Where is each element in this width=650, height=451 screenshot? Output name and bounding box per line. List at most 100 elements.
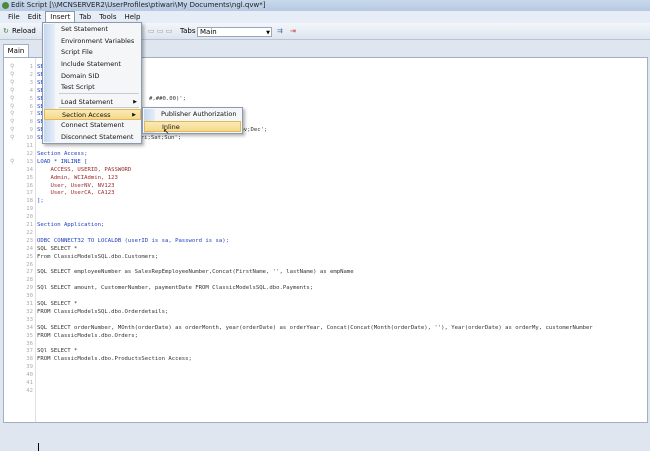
menu-item-domain-sid[interactable]: Domain SID	[44, 71, 141, 82]
code-line[interactable]: 39	[4, 363, 644, 371]
wrench-icon: ⚲	[10, 70, 15, 78]
code-line[interactable]: 27 SQL SELECT employeeNumber as SalesRepE…	[4, 268, 644, 276]
line-number: 8	[29, 119, 33, 126]
code-line[interactable]: 40	[4, 371, 644, 379]
code-text: ACCESS, USERID, PASSWORD	[37, 166, 132, 173]
line-number: 23	[26, 237, 33, 244]
code-line[interactable]: 14 ACCESS, USERID, PASSWORD	[4, 166, 644, 174]
code-text: User, UserCA, CA123	[37, 190, 115, 197]
line-number: 17	[26, 190, 33, 197]
line-number: 3	[29, 79, 33, 86]
line-number: 6	[29, 103, 33, 110]
menu-item-environment-variables[interactable]: Environment Variables	[44, 36, 141, 47]
code-line[interactable]: 24 SQL SELECT *	[4, 245, 644, 253]
menu-item-include-statement[interactable]: Include Statement	[44, 59, 141, 70]
code-line[interactable]: 23 ODBC CONNECT32 TO LOCALDB (userID is s…	[4, 237, 644, 245]
insert-menu: Set Statement Environment Variables Script…	[42, 22, 142, 144]
line-number: 9	[29, 127, 33, 134]
wrench-icon: ⚲	[10, 102, 15, 110]
code-line[interactable]: 16 User, UserNV, NV123	[4, 182, 644, 190]
code-text: Admin, WCIAdmin, 123	[37, 174, 118, 181]
code-line[interactable]: 17 User, UserCA, CA123	[4, 189, 644, 197]
line-number: 16	[26, 182, 33, 189]
code-text: User, UserNV, NV123	[37, 182, 115, 189]
line-number: 39	[26, 364, 33, 371]
line-number: 5	[29, 95, 33, 102]
code-line[interactable]: 28	[4, 276, 644, 284]
code-text: Section Application;	[37, 222, 105, 228]
menu-item-script-file[interactable]: Script File	[44, 47, 141, 58]
code-text: SQL SELECT employeeNumber as SalesRepEmp…	[37, 269, 354, 276]
code-line[interactable]: 20	[4, 213, 644, 221]
menu-item-inline[interactable]: Inline	[144, 121, 241, 132]
line-number: 33	[26, 316, 33, 323]
menu-item-test-script[interactable]: Test Script	[44, 82, 141, 93]
title-bar: Edit Script [\\MCNSERVER2\UserProfiles\p…	[0, 0, 650, 11]
line-number: 37	[26, 348, 33, 355]
menu-item-section-access[interactable]: Section Access ▶	[44, 109, 141, 120]
line-number: 14	[26, 166, 33, 173]
code-line[interactable]: 25 From ClassicModelsSQL.dbo.Customers;	[4, 253, 644, 261]
code-line[interactable]: 15 Admin, WCIAdmin, 123	[4, 174, 644, 182]
code-line[interactable]: 31 SQL SELECT *	[4, 300, 644, 308]
menu-item-set-statement[interactable]: Set Statement	[44, 24, 141, 35]
section-access-submenu: Publisher Authorization Inline	[142, 107, 243, 134]
tab-add-icon[interactable]: ⇉	[277, 26, 283, 36]
folder-icon[interactable]: ▭ ▭ ▭	[148, 26, 172, 36]
mouse-cursor-icon: ↖	[163, 127, 170, 136]
reload-button[interactable]: Reload	[12, 26, 36, 36]
code-line[interactable]: 38 FROM ClassicModels.dbo.ProductsSection…	[4, 355, 644, 363]
code-text: SQL SELECT orderNumber, MOnth(orderDate)…	[37, 324, 593, 331]
code-line[interactable]: 41	[4, 379, 644, 387]
menu-item-publisher-authorization[interactable]: Publisher Authorization	[144, 109, 241, 120]
code-text: LOAD * INLINE [	[37, 158, 88, 165]
code-line[interactable]: 35 FROM ClassicModels.dbo.Orders;	[4, 332, 644, 340]
code-text: From ClassicModelsSQL.dbo.Customers;	[37, 253, 159, 260]
code-line[interactable]: ⚲ 13 LOAD * INLINE [	[4, 158, 644, 166]
code-line[interactable]: 32 FROM ClassicModelsSQL.dbo.Orderdetails…	[4, 308, 644, 316]
code-line[interactable]: 36	[4, 340, 644, 348]
menu-item-label: Environment Variables	[61, 37, 135, 45]
code-line[interactable]: 26	[4, 261, 644, 269]
code-line[interactable]: 19	[4, 205, 644, 213]
line-number: 15	[26, 174, 33, 181]
code-line[interactable]: 29 SQl SELECT amount, CustomerNumber, pay…	[4, 284, 644, 292]
code-line[interactable]: 30	[4, 292, 644, 300]
line-number: 13	[26, 158, 33, 165]
tabs-dropdown[interactable]: Main ▼	[197, 27, 272, 37]
line-number: 7	[29, 111, 33, 118]
code-text: FROM ClassicModelsSQL.dbo.Orderdetails;	[37, 308, 169, 315]
line-number: 18	[26, 198, 33, 205]
code-line[interactable]: 37 SQl SELECT *	[4, 347, 644, 355]
wrench-icon: ⚲	[10, 134, 15, 142]
line-number: 34	[26, 324, 33, 331]
code-text: ];	[37, 198, 44, 205]
line-number: 26	[26, 261, 33, 268]
wrench-icon: ⚲	[10, 63, 15, 70]
line-number: 2	[29, 71, 33, 78]
code-line[interactable]: 18];	[4, 197, 644, 205]
line-number: 27	[26, 269, 33, 276]
code-text: SQL SELECT *	[37, 245, 78, 252]
code-text: SQl SELECT amount, CustomerNumber, payme…	[37, 285, 314, 292]
line-number: 10	[26, 135, 33, 142]
menu-item-connect-statement[interactable]: Connect Statement	[44, 120, 141, 131]
reload-icon: ↻	[3, 27, 9, 35]
tabs-value: Main	[200, 28, 217, 36]
code-line[interactable]: 33	[4, 316, 644, 324]
code-line[interactable]: 12 Section Access;	[4, 150, 644, 158]
code-line[interactable]: 21 Section Application;	[4, 221, 644, 229]
tab-remove-icon[interactable]: ⇥	[290, 26, 296, 36]
code-line[interactable]: 34 SQL SELECT orderNumber, MOnth(orderDat…	[4, 324, 644, 332]
menu-item-disconnect-statement[interactable]: Disconnect Statement	[44, 132, 141, 143]
chevron-down-icon: ▼	[266, 30, 270, 36]
line-number: 41	[26, 380, 33, 386]
wrench-icon: ⚲	[10, 94, 15, 102]
tab-main[interactable]: Main	[3, 44, 29, 57]
menu-file[interactable]: File	[4, 11, 24, 23]
code-line[interactable]: 22	[4, 229, 644, 237]
menu-item-label: Set Statement	[61, 25, 108, 33]
code-line[interactable]: 42	[4, 387, 644, 395]
line-number: 19	[26, 206, 33, 213]
code-text-tail: #,##0.00)';	[149, 95, 187, 102]
